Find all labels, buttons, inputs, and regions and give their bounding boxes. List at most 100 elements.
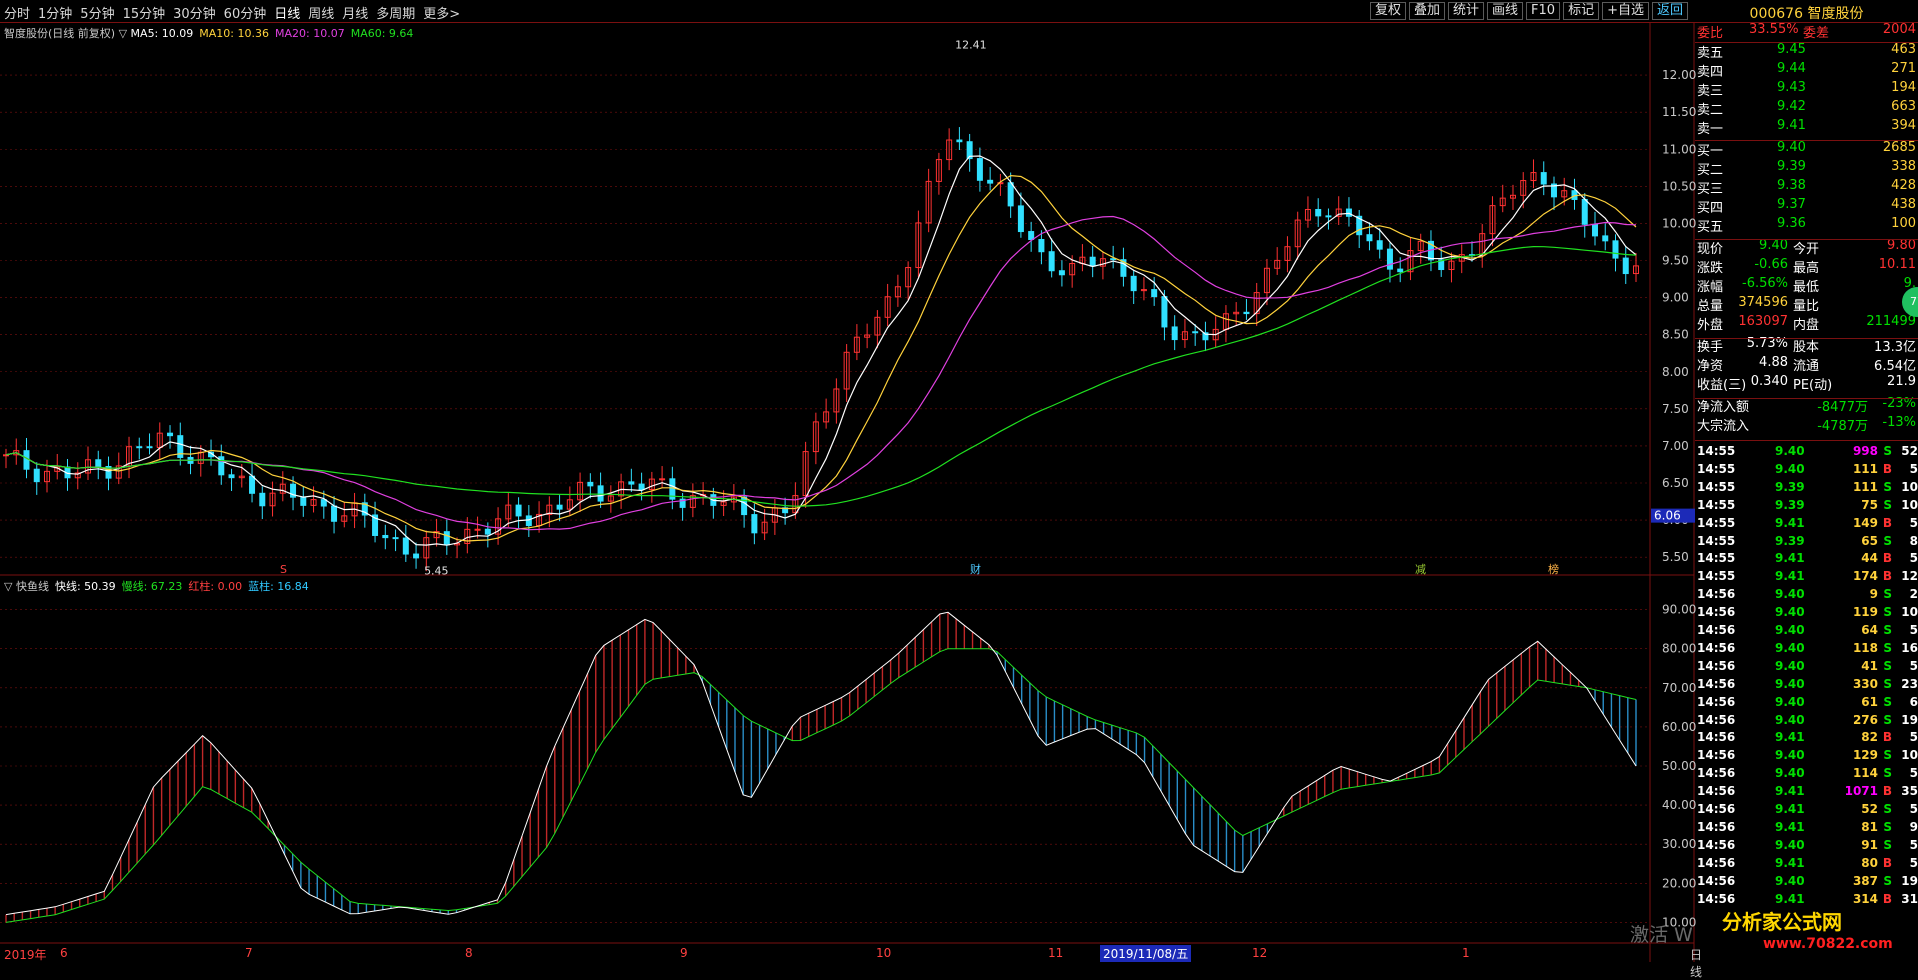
tick-side: S [1883, 605, 1892, 620]
fast-line [5, 611, 1637, 916]
candle-body-100 [1028, 231, 1035, 241]
candle-body-112 [1151, 289, 1158, 298]
candle-body-106 [1089, 256, 1096, 267]
tick-count: 52 [1901, 444, 1918, 458]
sell-label: 卖一 [1697, 122, 1724, 137]
tick-price: 9.39 [1775, 497, 1805, 512]
ind-tick-7: 20.00 [1662, 876, 1696, 890]
slow-line [5, 648, 1637, 923]
tick-count: 10 [1901, 479, 1918, 494]
info-label-a: 净资 [1697, 359, 1724, 374]
tick-volume: 111 [1852, 461, 1878, 476]
stat-label-b: 今开 [1793, 242, 1820, 257]
candle-body-95 [976, 158, 983, 181]
tick-row: 14:55 9.39 65 S 8 [1697, 534, 1918, 549]
tick-row: 14:55 9.40 998 S 52 [1697, 444, 1918, 459]
stat-value-a: 163097 [1738, 314, 1788, 329]
tick-time: 14:55 [1697, 479, 1736, 494]
tick-row: 14:56 9.40 118 S 16 [1697, 641, 1918, 656]
activation-watermark: 激活 W [1630, 924, 1693, 946]
site-url: www.70822.com [1763, 936, 1893, 952]
buy-row-3: 买四 9.37 438 [1695, 197, 1918, 216]
tick-row: 14:55 9.41 44 B 5 [1697, 551, 1918, 566]
tick-count: 5 [1909, 802, 1918, 816]
tick-volume: 52 [1861, 802, 1878, 816]
event-mark-0: S [280, 563, 287, 576]
tick-price: 9.41 [1775, 730, 1805, 745]
tick-price: 9.41 [1775, 891, 1805, 906]
candle-body-121 [1243, 311, 1250, 315]
sell-price: 9.45 [1777, 42, 1806, 57]
tick-price: 9.40 [1775, 837, 1805, 852]
date-tick-3: 8 [465, 946, 473, 960]
tick-volume: 44 [1861, 551, 1878, 566]
tick-side: B [1882, 891, 1892, 906]
tick-price: 9.41 [1775, 551, 1805, 566]
candle-body-40 [413, 553, 420, 559]
tick-row: 14:56 9.40 276 S 19 [1697, 713, 1918, 728]
tick-side: S [1883, 497, 1892, 512]
kline-chart[interactable]: 12.00 11.50 11.00 10.50 10.00 9.50 9.00 8.50 8.0… [0, 0, 1918, 962]
tick-count: 12 [1901, 569, 1918, 584]
tick-price: 9.41 [1775, 515, 1805, 530]
panel-separator-4 [1695, 398, 1918, 399]
low-label: 5.45 [424, 565, 449, 578]
tick-count: 31 [1901, 891, 1918, 906]
high-label: 12.41 [955, 39, 987, 52]
stat-value-a: -6.56% [1742, 276, 1788, 291]
indicator-value-0: 快线: 50.39 [54, 580, 116, 593]
indicator-value-3: 蓝柱: 16.84 [248, 580, 309, 593]
buy-volume: 338 [1891, 159, 1916, 174]
tick-time: 14:56 [1697, 623, 1736, 637]
tick-count: 19 [1901, 873, 1918, 888]
tick-row: 14:56 9.40 9 S 2 [1697, 587, 1918, 602]
tick-count: 5 [1909, 658, 1918, 673]
candle-body-93 [956, 139, 963, 143]
tick-row: 14:55 9.39 75 S 10 [1697, 498, 1918, 513]
tick-side: S [1883, 819, 1892, 834]
sell-volume: 394 [1891, 118, 1916, 133]
date-tick-2: 7 [245, 946, 253, 960]
tick-time: 14:56 [1697, 873, 1736, 888]
candle-body-51 [525, 515, 532, 527]
stat-label-a: 涨幅 [1697, 280, 1724, 295]
candle-body-128 [1315, 208, 1322, 217]
footer-label: 日线 [1690, 948, 1703, 979]
tick-price: 9.40 [1775, 873, 1805, 888]
weicha-label: 委差 [1803, 26, 1830, 41]
date-tick-4: 9 [680, 946, 688, 960]
info-value-a: 4.88 [1759, 355, 1788, 370]
sell-volume: 271 [1891, 61, 1916, 76]
tick-row: 14:56 9.41 82 B 5 [1697, 730, 1918, 745]
tick-side: B [1882, 515, 1892, 530]
tick-row: 14:56 9.41 52 S 5 [1697, 802, 1918, 817]
tick-volume: 81 [1861, 819, 1878, 834]
info-value-b: 6.54亿 [1874, 359, 1916, 374]
candle-body-39 [402, 537, 409, 555]
ma-label-1: MA10: 10.36 [199, 27, 269, 40]
buy-volume: 100 [1891, 216, 1916, 231]
tick-volume: 1071 [1844, 784, 1878, 799]
tick-volume: 119 [1852, 605, 1878, 620]
tick-volume: 149 [1852, 515, 1878, 530]
tick-volume: 998 [1852, 444, 1878, 458]
stat-row-4: 外盘 163097 内盘 211499 [1695, 314, 1918, 333]
price-tick-9: 7.50 [1662, 402, 1689, 416]
candle-body-31 [320, 499, 327, 507]
tick-row: 14:55 9.41 149 B 5 [1697, 516, 1918, 531]
candle-body-150 [1540, 172, 1547, 185]
tick-count: 5 [1909, 766, 1918, 781]
stat-label-b: 最低 [1793, 280, 1820, 295]
info-value-b: 21.9 [1887, 374, 1916, 389]
sell-row-0: 卖五 9.45 463 [1695, 42, 1918, 61]
main-chart-legend: 智度股份(日线 前复权) ▽ MA5: 10.09 MA10: 10.36 MA20… [4, 25, 419, 41]
indicator-value-1: 慢线: 67.23 [121, 580, 183, 593]
stat-label-b: 最高 [1793, 261, 1820, 276]
tick-side: B [1882, 784, 1892, 799]
tick-volume: 276 [1852, 712, 1878, 727]
tick-volume: 82 [1861, 730, 1878, 745]
tick-volume: 111 [1852, 479, 1878, 494]
tick-volume: 330 [1852, 676, 1878, 691]
tick-volume: 387 [1852, 873, 1878, 888]
buy-row-1: 买二 9.39 338 [1695, 159, 1918, 178]
